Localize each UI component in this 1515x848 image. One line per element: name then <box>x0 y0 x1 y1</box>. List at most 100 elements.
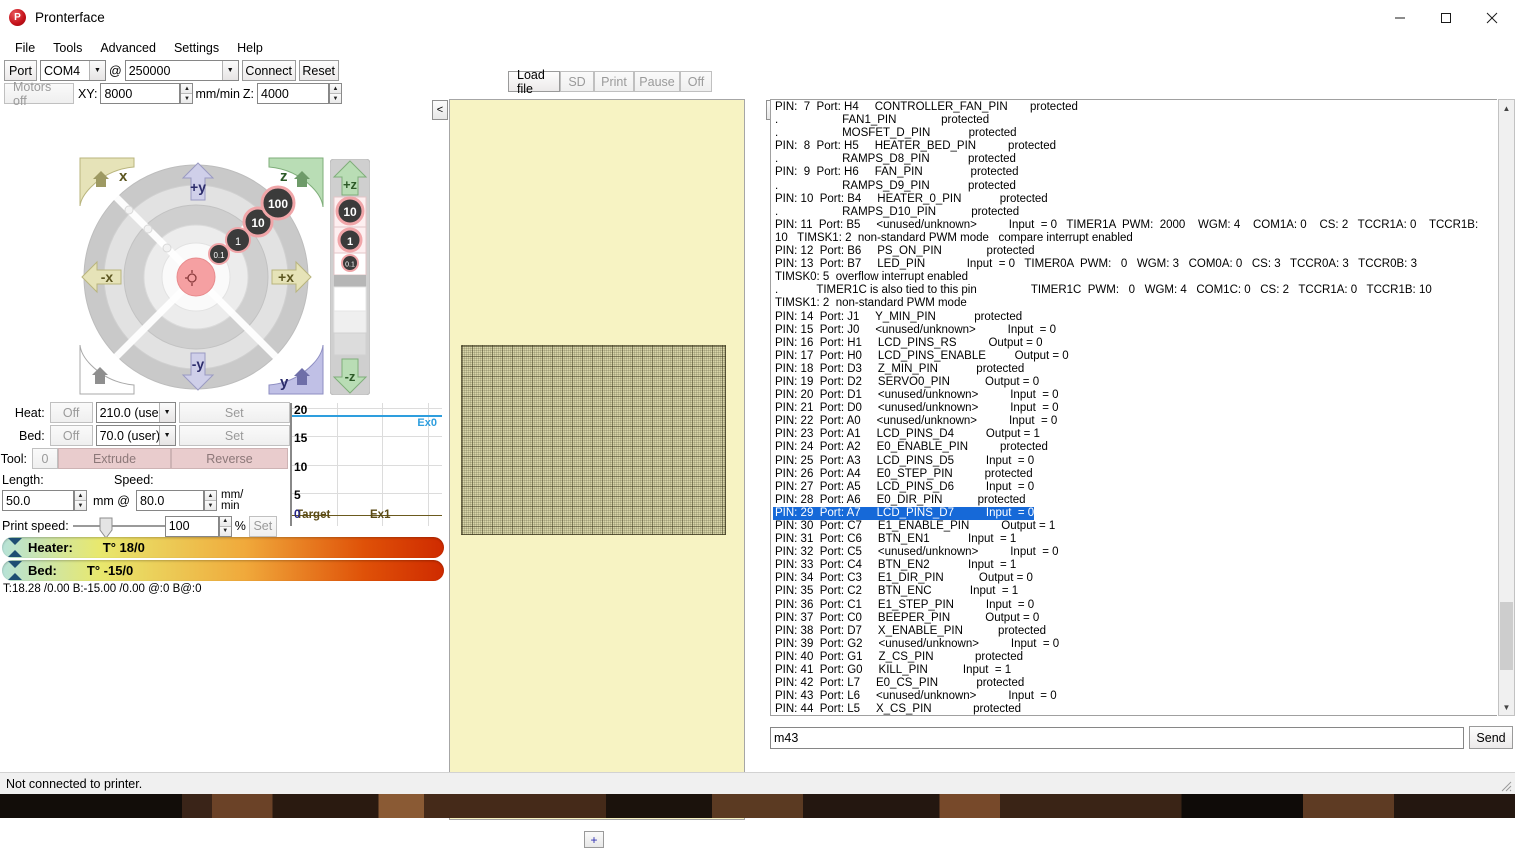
resize-grip-icon[interactable] <box>1498 778 1512 792</box>
terminal-line[interactable]: PIN: 18 Port: D3 Z_MIN_PIN protected <box>773 363 1497 376</box>
maximize-icon[interactable] <box>1423 0 1469 36</box>
terminal-line[interactable]: PIN: 33 Port: C4 BTN_EN2 Input = 1 <box>773 559 1497 572</box>
close-icon[interactable] <box>1469 0 1515 36</box>
terminal-line[interactable]: PIN: 11 Port: B5 <unused/unknown> Input … <box>773 219 1497 232</box>
terminal-line[interactable]: PIN: 35 Port: C2 BTN_ENC Input = 1 <box>773 585 1497 598</box>
port-select[interactable]: COM4 ▼ <box>40 60 106 81</box>
terminal-line[interactable]: PIN: 34 Port: C3 E1_DIR_PIN Output = 0 <box>773 572 1497 585</box>
terminal-line[interactable]: PIN: 26 Port: A4 E0_STEP_PIN protected <box>773 468 1497 481</box>
jog-minus-y-button[interactable]: -y <box>181 351 215 394</box>
menu-help[interactable]: Help <box>228 38 272 58</box>
scroll-up-icon[interactable]: ▲ <box>1499 100 1514 116</box>
terminal-line[interactable]: PIN: 32 Port: C5 <unused/unknown> Input … <box>773 546 1497 559</box>
xy-feedrate-stepper[interactable]: ▲ ▼ <box>180 83 194 104</box>
home-y-button[interactable]: y <box>264 343 324 398</box>
menu-settings[interactable]: Settings <box>165 38 228 58</box>
terminal-line[interactable]: . RAMPS_D8_PIN protected <box>773 153 1497 166</box>
baud-select[interactable]: 250000 ▼ <box>124 60 239 81</box>
heater-preset-select[interactable]: 210.0 (user) ▼ <box>95 402 176 423</box>
z-jog-pad[interactable]: +z -z 10 1 0.1 <box>329 158 371 396</box>
terminal-line[interactable]: PIN: 14 Port: J1 Y_MIN_PIN protected <box>773 311 1497 324</box>
jog-plus-y-button[interactable]: +y <box>181 162 215 205</box>
terminal-line[interactable]: PIN: 36 Port: C1 E1_STEP_PIN Input = 0 <box>773 599 1497 612</box>
terminal-line[interactable]: PIN: 38 Port: D7 X_ENABLE_PIN protected <box>773 625 1497 638</box>
terminal-line[interactable]: PIN: 17 Port: H0 LCD_PINS_ENABLE Output … <box>773 350 1497 363</box>
terminal-line[interactable]: PIN: 28 Port: A6 E0_DIR_PIN protected <box>773 494 1497 507</box>
z-feedrate-stepper[interactable]: ▲ ▼ <box>329 83 343 104</box>
terminal-line[interactable]: PIN: 39 Port: G2 <unused/unknown> Input … <box>773 638 1497 651</box>
zoom-in-button[interactable]: + <box>584 831 604 848</box>
terminal-line[interactable]: 10 TIMSK1: 2 non-standard PWM mode compa… <box>773 232 1497 245</box>
heater-off-button[interactable]: Off <box>49 402 93 423</box>
print-speed-set-button[interactable]: Set <box>248 515 277 537</box>
xy-jog-pad[interactable]: +y -y -x +x x z y 0.1 1 10 100 <box>74 155 336 397</box>
terminal-line[interactable]: PIN: 22 Port: A0 <unused/unknown> Input … <box>773 415 1497 428</box>
scroll-down-icon[interactable]: ▼ <box>1499 699 1514 715</box>
command-input[interactable]: m43 <box>770 726 1464 749</box>
tool-index-value[interactable]: 0 <box>32 448 58 469</box>
terminal-line[interactable]: PIN: 9 Port: H6 FAN_PIN protected <box>773 166 1497 179</box>
terminal-line[interactable]: PIN: 21 Port: D0 <unused/unknown> Input … <box>773 402 1497 415</box>
length-input[interactable]: 50.0 <box>2 490 74 511</box>
length-stepper[interactable]: ▲ ▼ <box>74 490 87 511</box>
terminal-line[interactable]: PIN: 15 Port: J0 <unused/unknown> Input … <box>773 324 1497 337</box>
connect-button[interactable]: Connect <box>241 60 296 81</box>
terminal-line[interactable]: PIN: 10 Port: B4 HEATER_0_PIN protected <box>773 193 1497 206</box>
scrollbar-thumb[interactable] <box>1500 602 1513 670</box>
terminal-line[interactable]: PIN: 19 Port: D2 SERVO0_PIN Output = 0 <box>773 376 1497 389</box>
load-file-button[interactable]: Load file <box>508 68 560 96</box>
sd-button[interactable]: SD <box>560 71 594 92</box>
terminal-line[interactable]: PIN: 20 Port: D1 <unused/unknown> Input … <box>773 389 1497 402</box>
terminal-line[interactable]: PIN: 31 Port: C6 BTN_EN1 Input = 1 <box>773 533 1497 546</box>
terminal-line[interactable]: TIMSK1: 2 non-standard PWM mode <box>773 297 1497 310</box>
terminal-line[interactable]: PIN: 12 Port: B6 PS_ON_PIN protected <box>773 245 1497 258</box>
terminal-line[interactable]: PIN: 44 Port: L5 X_CS_PIN protected <box>773 703 1497 715</box>
minimize-icon[interactable] <box>1377 0 1423 36</box>
terminal-line[interactable]: PIN: 7 Port: H4 CONTROLLER_FAN_PIN prote… <box>773 101 1497 114</box>
extrude-button[interactable]: Extrude <box>58 448 171 469</box>
heater-gauge[interactable]: Heater: T° 18/0 <box>2 537 444 558</box>
menu-file[interactable]: File <box>6 38 44 58</box>
port-button[interactable]: Port <box>4 60 37 81</box>
print-speed-slider[interactable] <box>72 516 165 539</box>
terminal-line[interactable]: . RAMPS_D9_PIN protected <box>773 180 1497 193</box>
terminal-line[interactable]: PIN: 16 Port: H1 LCD_PINS_RS Output = 0 <box>773 337 1497 350</box>
terminal-scrollbar[interactable]: ▲ ▼ <box>1498 99 1515 716</box>
xy-step-100-button[interactable]: 100 <box>259 184 297 225</box>
jog-minus-x-button[interactable]: -x <box>81 260 123 297</box>
terminal-line[interactable]: . TIMER1C is also tied to this pin TIMER… <box>773 284 1497 297</box>
z-feedrate-input[interactable]: 4000 <box>257 83 330 104</box>
menu-advanced[interactable]: Advanced <box>91 38 165 58</box>
off-button[interactable]: Off <box>680 71 712 92</box>
bed-set-button[interactable]: Set <box>178 425 290 446</box>
terminal-line[interactable]: TIMSK0: 5 overflow interrupt enabled <box>773 271 1497 284</box>
speed-stepper[interactable]: ▲ ▼ <box>204 490 217 511</box>
terminal-line[interactable]: PIN: 40 Port: G1 Z_CS_PIN protected <box>773 651 1497 664</box>
bed-off-button[interactable]: Off <box>49 425 93 446</box>
menu-tools[interactable]: Tools <box>44 38 91 58</box>
terminal-line[interactable]: PIN: 27 Port: A5 LCD_PINS_D6 Input = 0 <box>773 481 1497 494</box>
gcode-canvas[interactable] <box>449 99 745 820</box>
print-speed-stepper[interactable]: ▲ ▼ <box>218 515 232 537</box>
bed-preset-select[interactable]: 70.0 (user) ▼ <box>95 425 176 446</box>
jog-plus-x-button[interactable]: +x <box>270 260 312 297</box>
terminal-line[interactable]: PIN: 37 Port: C0 BEEPER_PIN Output = 0 <box>773 612 1497 625</box>
pause-button[interactable]: Pause <box>634 71 680 92</box>
send-button[interactable]: Send <box>1469 726 1513 749</box>
reset-button[interactable]: Reset <box>298 60 339 81</box>
terminal-line[interactable]: PIN: 25 Port: A3 LCD_PINS_D5 Input = 0 <box>773 455 1497 468</box>
terminal-line[interactable]: PIN: 29 Port: A7 LCD_PINS_D7 Input = 0 <box>773 506 1035 520</box>
terminal-output[interactable]: PIN: 7 Port: H4 CONTROLLER_FAN_PIN prote… <box>770 99 1497 716</box>
bed-gauge[interactable]: Bed: T° -15/0 <box>2 560 444 581</box>
terminal-line[interactable]: . FAN1_PIN protected <box>773 114 1497 127</box>
terminal-line[interactable]: PIN: 23 Port: A1 LCD_PINS_D4 Output = 1 <box>773 428 1497 441</box>
terminal-line[interactable]: PIN: 30 Port: C7 E1_ENABLE_PIN Output = … <box>773 520 1497 533</box>
temperature-graph[interactable]: 20 15 10 5 Ex0 Target 0 Ex1 <box>290 403 442 526</box>
xy-feedrate-input[interactable]: 8000 <box>100 83 181 104</box>
terminal-line[interactable]: PIN: 24 Port: A2 E0_ENABLE_PIN protected <box>773 441 1497 454</box>
speed-input[interactable]: 80.0 <box>136 490 204 511</box>
home-x-button[interactable]: x <box>79 157 135 210</box>
heater-set-button[interactable]: Set <box>178 402 290 423</box>
terminal-line[interactable]: PIN: 8 Port: H5 HEATER_BED_PIN protected <box>773 140 1497 153</box>
print-button[interactable]: Print <box>594 71 634 92</box>
